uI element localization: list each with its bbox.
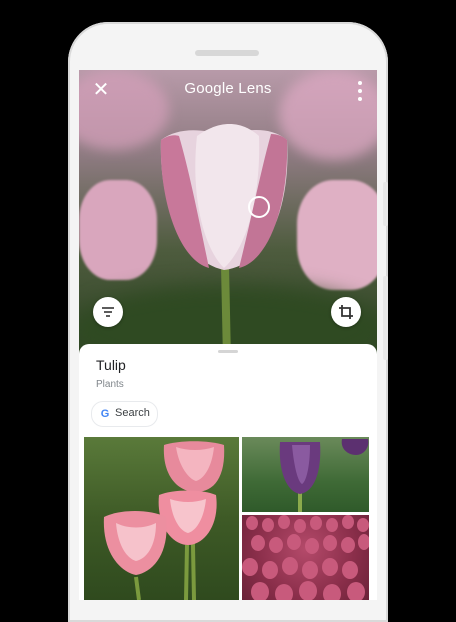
phone-screen: ✕ Google Lens Tulip Plants G Search — [79, 70, 377, 600]
filter-icon — [102, 307, 114, 317]
app-title: Google Lens — [184, 80, 272, 97]
result-image-tulip-field[interactable] — [242, 515, 369, 600]
result-category: Plants — [96, 379, 124, 390]
google-g-icon: G — [100, 408, 110, 420]
search-button[interactable]: G Search — [91, 401, 158, 427]
more-vert-icon[interactable] — [351, 78, 369, 104]
tulip-photo-2 — [279, 439, 369, 512]
results-sheet[interactable]: Tulip Plants G Search — [79, 344, 377, 600]
result-image-purple-tulip[interactable] — [242, 437, 369, 512]
filter-button[interactable] — [93, 297, 123, 327]
phone-power-button — [383, 182, 388, 226]
sheet-handle[interactable] — [218, 350, 238, 353]
crop-button[interactable] — [331, 297, 361, 327]
result-title: Tulip — [96, 357, 126, 373]
phone-volume-button — [383, 276, 388, 360]
tulip-photo-3 — [242, 515, 369, 600]
tulip-photo-1 — [103, 441, 225, 600]
search-label: Search — [115, 407, 150, 419]
focus-ring-icon[interactable] — [248, 196, 270, 218]
phone-speaker — [195, 50, 259, 56]
crop-icon — [339, 305, 353, 319]
result-image-pink-tulips[interactable] — [84, 437, 239, 600]
lens-top-bar: ✕ Google Lens — [79, 70, 377, 110]
camera-viewfinder[interactable]: ✕ Google Lens — [79, 70, 377, 360]
